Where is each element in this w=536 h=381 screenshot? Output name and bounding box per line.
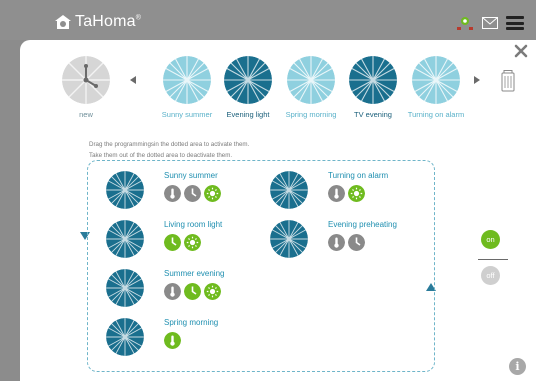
- program-icon: [106, 220, 144, 258]
- user-status-icon[interactable]: [456, 16, 474, 30]
- program-evening-preheating[interactable]: Evening preheating: [270, 220, 430, 262]
- program-living-room-light[interactable]: Living room light: [106, 220, 276, 262]
- info-icon[interactable]: i: [509, 358, 526, 375]
- programming-panel: new Sunny summer Evening light Spring mo…: [20, 40, 536, 381]
- scenario-light-icon: [163, 56, 211, 104]
- top-bar: TaHoma®: [0, 0, 536, 40]
- program-name: Evening preheating: [328, 220, 397, 229]
- thermometer-icon: [328, 185, 345, 202]
- clock-icon: [184, 185, 201, 202]
- program-name: Living room light: [164, 220, 223, 229]
- program-name: Sunny summer: [164, 171, 218, 180]
- program-spring-morning[interactable]: Spring morning: [106, 318, 276, 360]
- thermometer-icon: [164, 283, 181, 300]
- house-icon: [55, 15, 71, 29]
- sun-icon: [204, 283, 221, 300]
- thermometer-icon: [328, 234, 345, 251]
- scenario-label: Turning on alarm: [407, 110, 465, 119]
- trash-icon[interactable]: [501, 70, 515, 92]
- off-button[interactable]: off: [481, 266, 500, 285]
- scenario-dark-icon: [349, 56, 397, 104]
- scenario-dark-icon: [224, 56, 272, 104]
- scenario-label: Evening light: [226, 110, 270, 119]
- clock-icon: [184, 283, 201, 300]
- new-scenario-icon: [62, 56, 110, 104]
- scenario-label: new: [79, 110, 93, 119]
- menu-icon[interactable]: [506, 16, 524, 30]
- tahoma-logo[interactable]: TaHoma®: [54, 13, 141, 31]
- program-name: Summer evening: [164, 269, 225, 278]
- program-icon: [106, 269, 144, 307]
- program-sunny-summer[interactable]: Sunny summer: [106, 171, 276, 213]
- scenario-turning-on-alarm[interactable]: Turning on alarm: [396, 56, 476, 119]
- program-turning-on-alarm[interactable]: Turning on alarm: [270, 171, 430, 213]
- program-icon: [106, 318, 144, 356]
- program-icon: [270, 220, 308, 258]
- thermometer-icon: [164, 185, 181, 202]
- scenario-label: Sunny summer: [161, 110, 213, 119]
- clock-icon: [164, 234, 181, 251]
- sun-icon: [348, 185, 365, 202]
- scenario-new[interactable]: new: [46, 56, 126, 119]
- program-name: Turning on alarm: [328, 171, 389, 180]
- scenario-label: TV evening: [354, 110, 392, 119]
- sun-icon: [184, 234, 201, 251]
- switch-divider: [478, 259, 508, 260]
- scenario-light-icon: [412, 56, 460, 104]
- brand-name: TaHoma®: [75, 13, 142, 30]
- on-button[interactable]: on: [481, 230, 500, 249]
- carousel-prev-icon[interactable]: [130, 76, 136, 84]
- carousel-next-icon[interactable]: [474, 76, 480, 84]
- mail-icon[interactable]: [482, 17, 498, 29]
- program-name: Spring morning: [164, 318, 219, 327]
- sun-icon: [204, 185, 221, 202]
- scenario-label: Spring morning: [285, 110, 337, 119]
- program-icon: [270, 171, 308, 209]
- instructions-text: Drag the programmingsin the dotted area …: [89, 141, 250, 159]
- scenario-light-icon: [287, 56, 335, 104]
- scenario-carousel: new Sunny summer Evening light Spring mo…: [20, 56, 536, 122]
- clock-icon: [348, 234, 365, 251]
- program-icon: [106, 171, 144, 209]
- program-summer-evening[interactable]: Summer evening: [106, 269, 276, 311]
- thermometer-icon: [164, 332, 181, 349]
- active-programs-dropzone[interactable]: Sunny summer Turning on alarm Living roo…: [87, 160, 435, 372]
